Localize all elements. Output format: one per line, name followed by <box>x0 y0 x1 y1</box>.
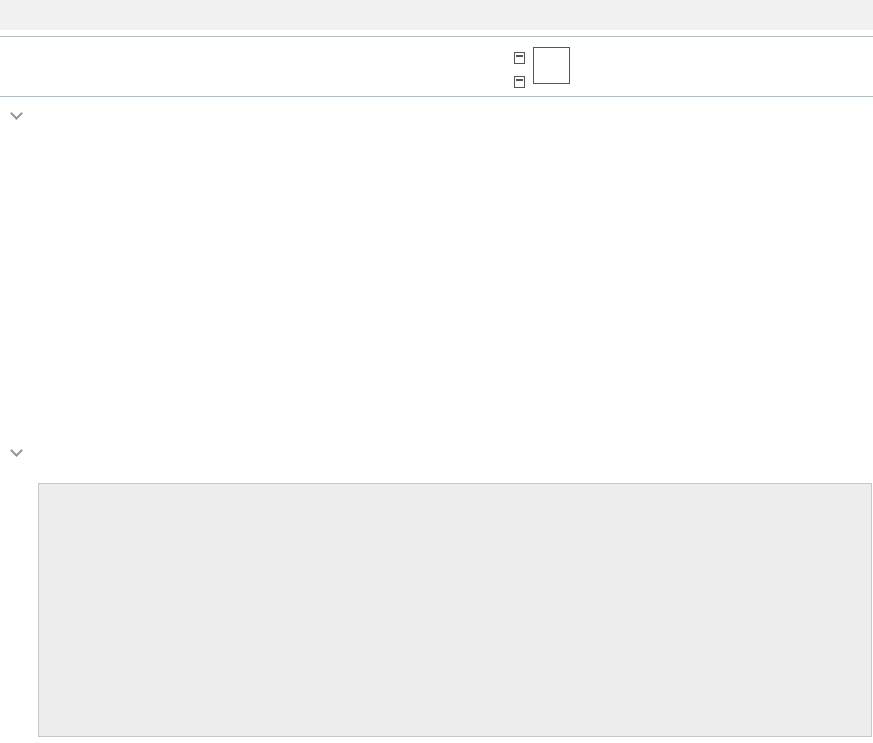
collapse-chevron-icon <box>10 107 23 120</box>
from-calendar-icon[interactable] <box>514 52 525 64</box>
top-nav <box>0 0 873 30</box>
to-calendar-icon[interactable] <box>514 76 525 88</box>
portfolio-header <box>0 36 873 97</box>
planta-portfolio-window <box>0 0 873 743</box>
planning-objects-section-header[interactable] <box>12 106 41 124</box>
date-scale-section-header[interactable] <box>12 443 41 461</box>
collapse-chevron-icon <box>10 444 23 457</box>
gantt-chart <box>38 483 872 737</box>
tab-simulation-active[interactable] <box>748 0 873 30</box>
refresh-button[interactable] <box>533 47 570 84</box>
